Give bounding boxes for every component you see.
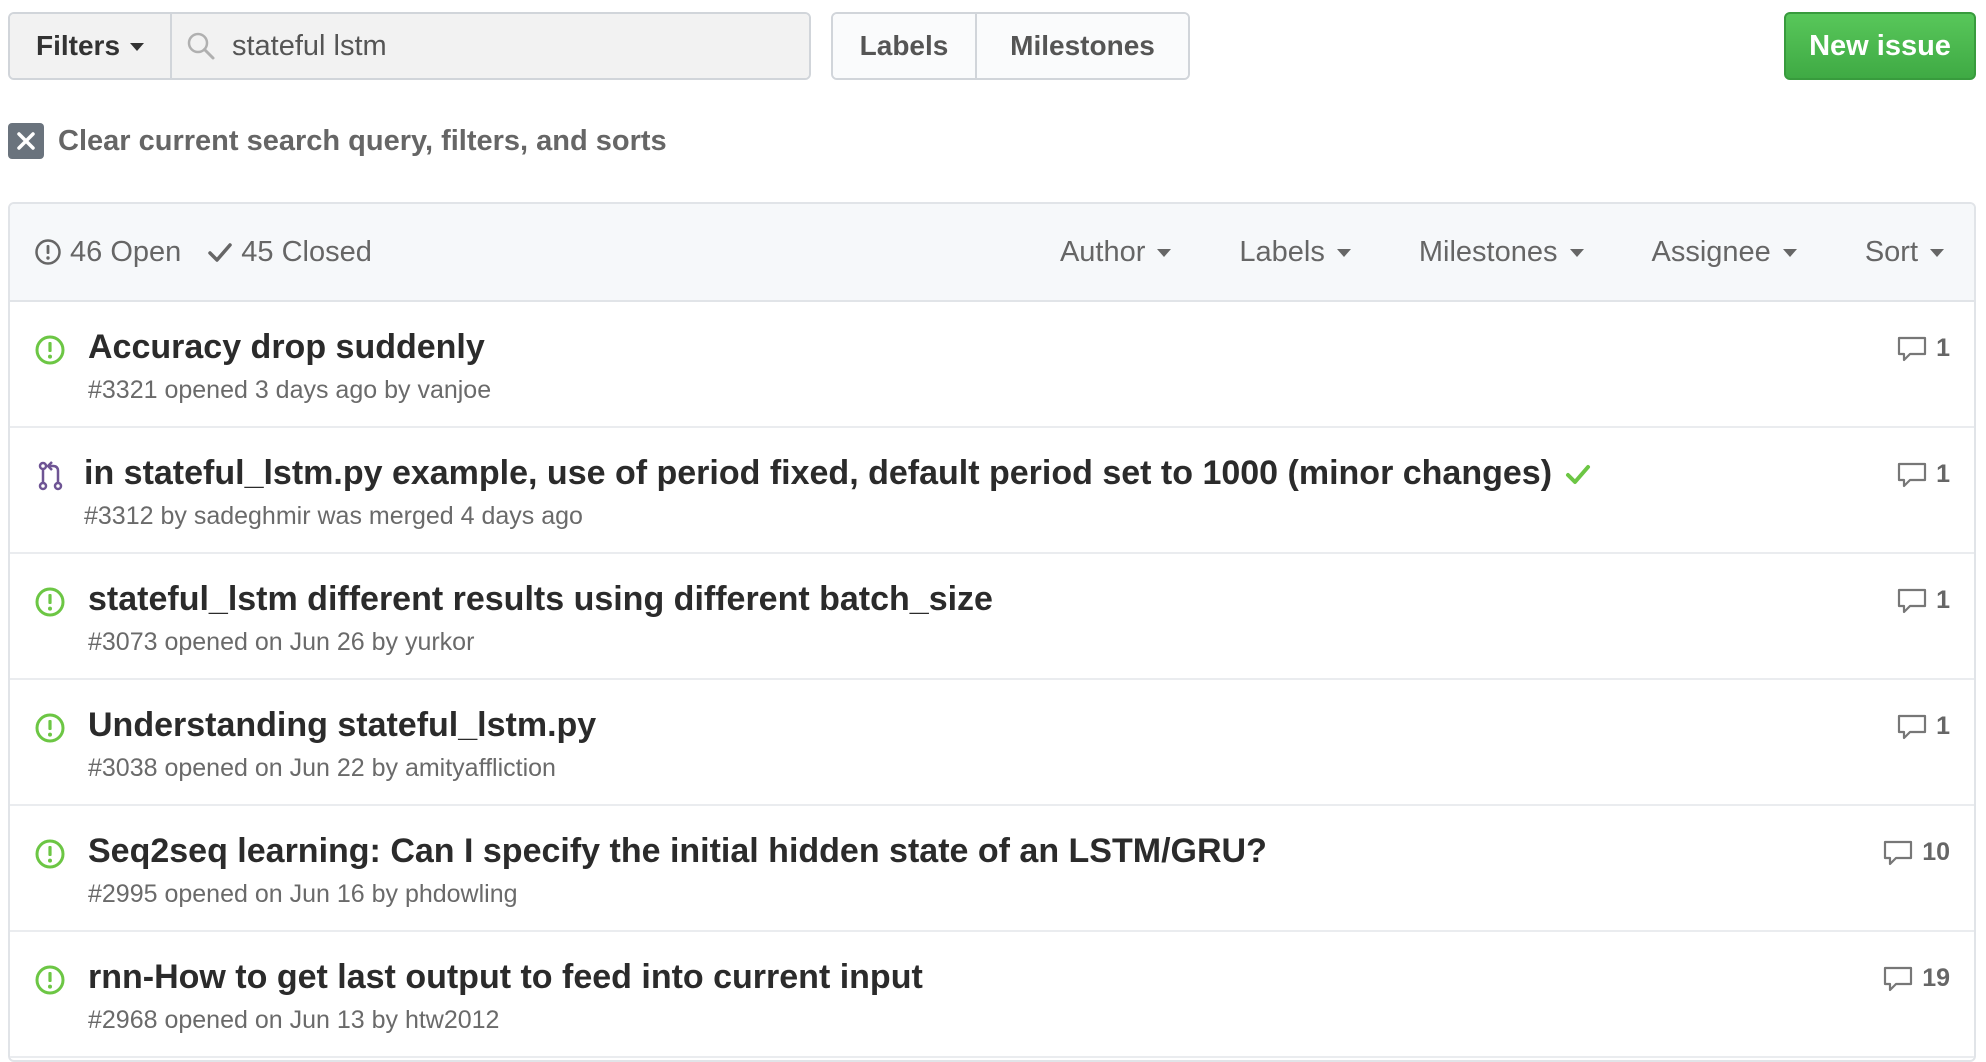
author-menu-label: Author (1059, 235, 1146, 268)
issue-opened-icon (35, 587, 65, 617)
issue-opened-icon (35, 239, 61, 265)
milestones-link[interactable]: Milestones (977, 14, 1188, 78)
labels-filter-menu[interactable]: Labels (1239, 235, 1351, 269)
issue-title-text: Understanding stateful_lstm.py (88, 706, 597, 744)
milestones-menu-label: Milestones (1418, 235, 1558, 268)
caret-down-icon (1336, 249, 1351, 257)
issue-title-text: Accuracy drop suddenly (88, 328, 485, 366)
issue-title-text: stateful_lstm different results using di… (88, 580, 993, 618)
filters-label: Filters (35, 30, 121, 61)
issue-row: Seq2seq learning: Can I specify the init… (10, 806, 1974, 932)
comment-icon (1897, 462, 1927, 487)
issue-meta: #2995 opened on Jun 16 by phdowling (88, 880, 518, 908)
caret-down-icon (1782, 249, 1797, 257)
issue-title-link[interactable]: rnn-How to get last output to feed into … (88, 958, 923, 997)
issue-meta: #3038 opened on Jun 22 by amityafflictio… (88, 754, 556, 782)
comment-icon (1897, 588, 1927, 613)
open-count-label: 46 Open (70, 235, 182, 268)
issues-toolbar: Filters Labels Milestones New issue (8, 12, 1976, 80)
issue-title-text: Seq2seq learning: Can I specify the init… (88, 832, 1267, 870)
issue-meta: #3312 by sadeghmir was merged 4 days ago (84, 502, 583, 530)
caret-down-icon (1569, 249, 1584, 257)
comment-count: 1 (1936, 712, 1950, 740)
check-icon (1566, 464, 1591, 484)
issue-row: in stateful_lstm.py example, use of peri… (10, 428, 1974, 554)
comments-link[interactable]: 1 (1896, 460, 1950, 489)
comment-count: 1 (1936, 334, 1950, 362)
issue-row: Accuracy drop suddenly #3321 opened 3 da… (10, 302, 1974, 428)
search-icon (187, 32, 215, 60)
comments-link[interactable]: 19 (1882, 964, 1950, 993)
search-input[interactable] (232, 14, 809, 78)
assignee-menu-label: Assignee (1651, 235, 1771, 268)
issue-title-link[interactable]: stateful_lstm different results using di… (88, 580, 993, 619)
sort-menu-label: Sort (1864, 235, 1918, 268)
comments-link[interactable]: 1 (1896, 712, 1950, 741)
caret-down-icon (130, 43, 145, 51)
labels-link[interactable]: Labels (833, 14, 977, 78)
closed-count-label: 45 Closed (241, 235, 372, 268)
git-merge-icon (38, 461, 63, 491)
new-issue-button[interactable]: New issue (1784, 12, 1976, 80)
milestones-filter-menu[interactable]: Milestones (1419, 236, 1584, 269)
comment-icon (1897, 714, 1927, 739)
sort-menu[interactable]: Sort (1865, 236, 1944, 269)
issue-title-text: in stateful_lstm.py example, use of peri… (84, 454, 1553, 492)
closed-issues-toggle[interactable]: 45 Closed (207, 236, 372, 269)
labels-menu-label: Labels (1239, 235, 1325, 268)
comment-icon (1884, 840, 1913, 865)
issue-title-link[interactable]: Accuracy drop suddenly (88, 328, 485, 367)
comment-icon (1884, 966, 1913, 991)
issue-row: Understanding stateful_lstm.py #3038 ope… (10, 680, 1974, 806)
issues-list-header: 46 Open 45 Closed Author Labels Mileston… (10, 204, 1974, 302)
comment-count: 1 (1936, 460, 1950, 488)
issue-row: stateful_lstm different results using di… (10, 554, 1974, 680)
comment-count: 10 (1922, 838, 1950, 866)
comment-icon (1897, 336, 1927, 361)
filters-search-group: Filters (8, 12, 811, 80)
clear-query-link[interactable]: Clear current search query, filters, and… (8, 122, 667, 160)
caret-down-icon (1930, 249, 1944, 257)
check-icon (208, 243, 233, 262)
issue-meta: #2968 opened on Jun 13 by htw2012 (88, 1006, 500, 1034)
clear-query-label: Clear current search query, filters, and… (58, 124, 667, 157)
issue-meta: #3073 opened on Jun 26 by yurkor (88, 628, 475, 656)
assignee-filter-menu[interactable]: Assignee (1652, 236, 1797, 269)
filters-dropdown-button[interactable]: Filters (10, 14, 172, 78)
issue-opened-icon (35, 335, 65, 365)
issue-opened-icon (35, 839, 65, 869)
issue-row: rnn-How to get last output to feed into … (10, 932, 1974, 1058)
issue-opened-icon (35, 965, 65, 995)
caret-down-icon (1157, 249, 1172, 257)
comments-link[interactable]: 1 (1896, 586, 1950, 615)
comments-link[interactable]: 1 (1896, 334, 1950, 363)
search-box[interactable] (172, 14, 809, 78)
open-issues-toggle[interactable]: 46 Open (34, 236, 181, 269)
labels-milestones-nav: Labels Milestones (831, 12, 1190, 80)
close-icon (8, 123, 44, 159)
issue-opened-icon (35, 713, 65, 743)
issue-title-link[interactable]: Understanding stateful_lstm.py (88, 706, 596, 745)
author-filter-menu[interactable]: Author (1059, 235, 1172, 269)
issues-list-box: 46 Open 45 Closed Author Labels Mileston… (8, 202, 1976, 1062)
issue-meta: #3321 opened 3 days ago by vanjoe (88, 376, 492, 404)
issue-title-link[interactable]: Seq2seq learning: Can I specify the init… (88, 832, 1267, 871)
issue-title-text: rnn-How to get last output to feed into … (88, 958, 923, 996)
comment-count: 19 (1922, 964, 1950, 992)
comments-link[interactable]: 10 (1882, 838, 1950, 867)
issue-title-link[interactable]: in stateful_lstm.py example, use of peri… (84, 454, 1592, 493)
comment-count: 1 (1936, 586, 1950, 614)
